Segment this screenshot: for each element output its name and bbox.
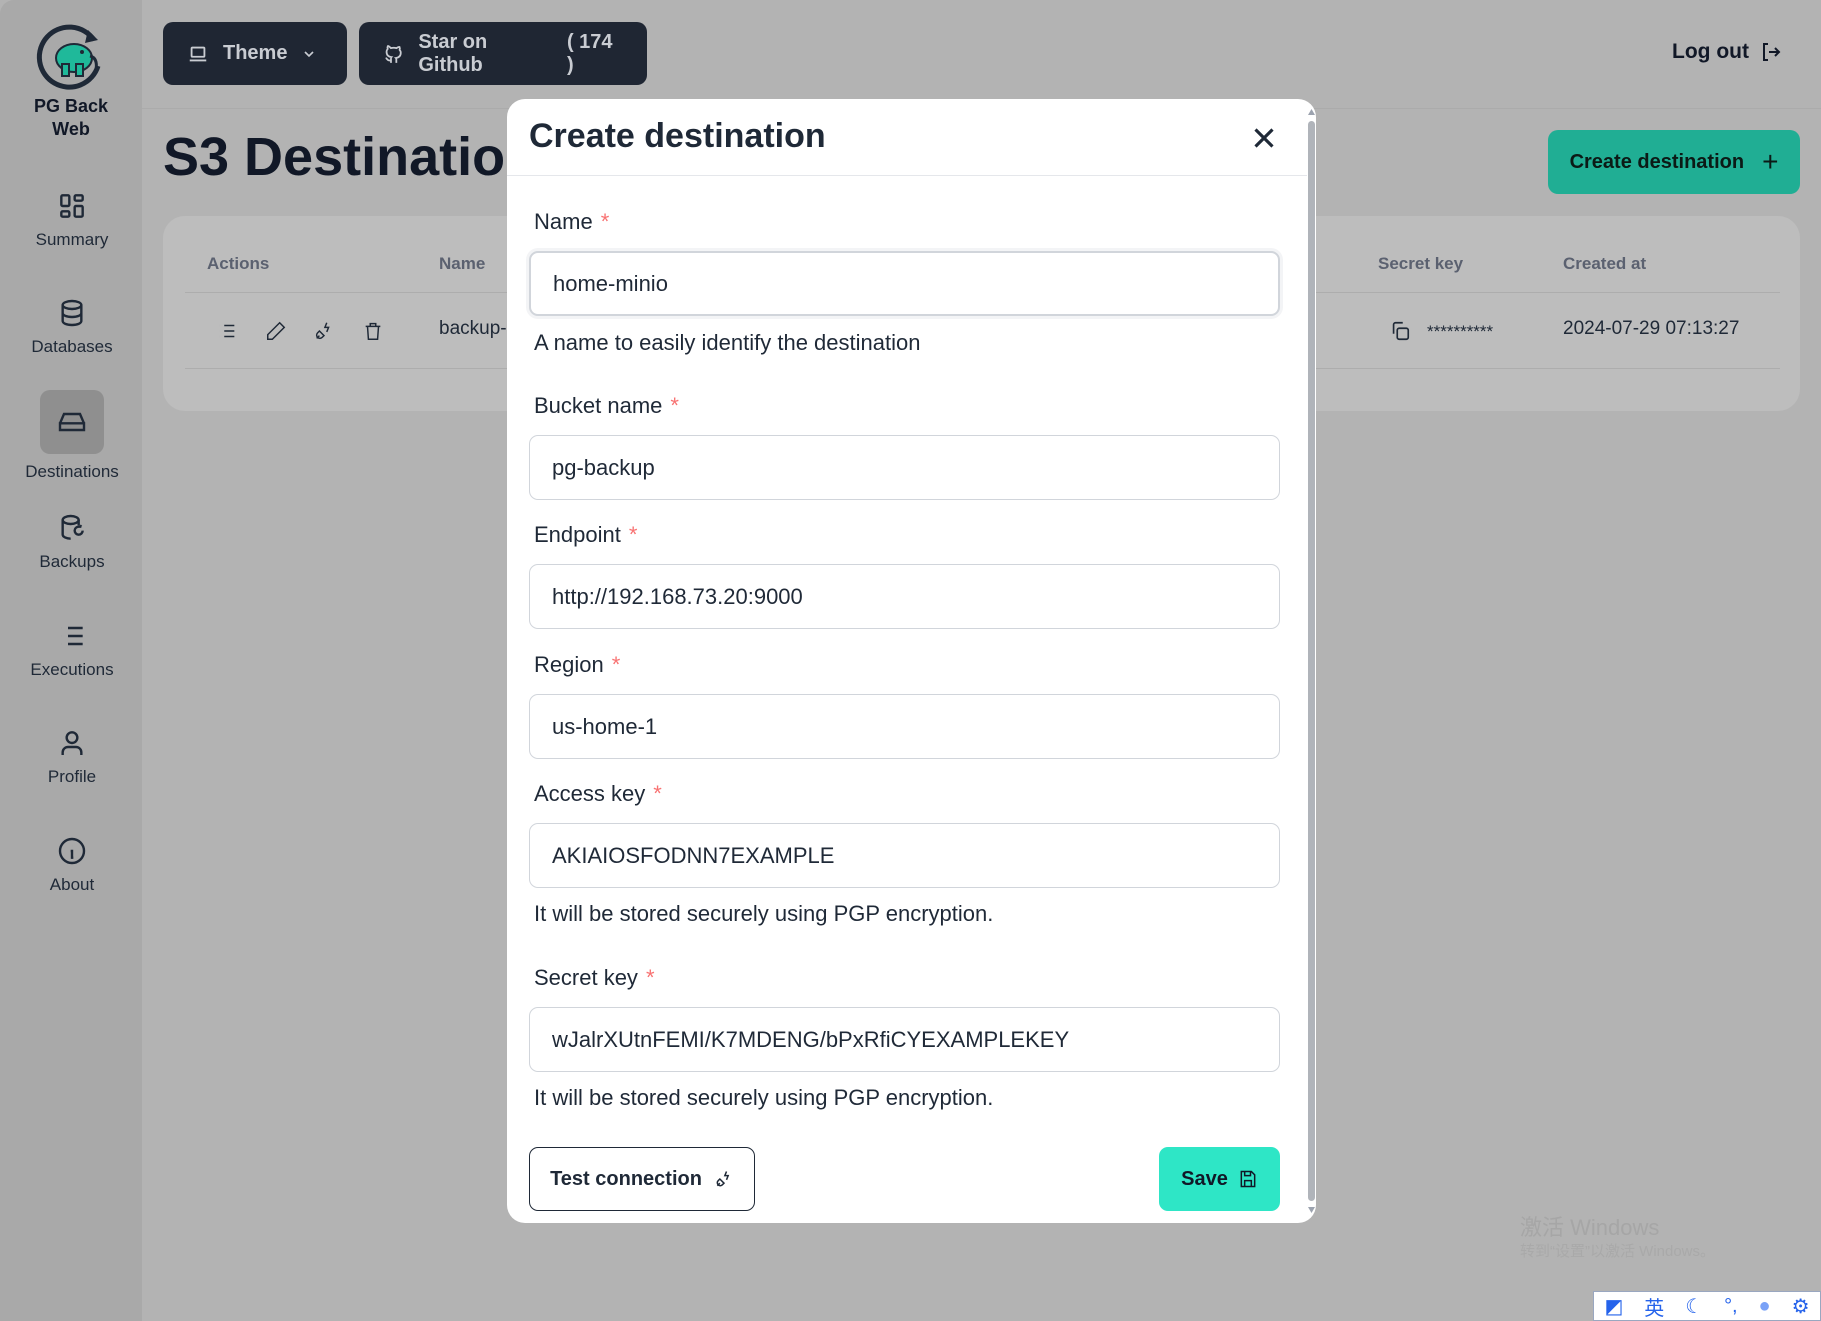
access-key-label: Access key * — [534, 781, 662, 806]
sidebar-item-label: Destinations — [25, 462, 119, 481]
moon-icon[interactable]: ☾ — [1685, 1294, 1703, 1319]
hard-drive-icon — [58, 412, 86, 432]
endpoint-input[interactable] — [529, 564, 1280, 629]
bucket-label: Bucket name * — [534, 393, 679, 418]
list-icon — [61, 626, 83, 646]
close-icon[interactable] — [1247, 121, 1281, 155]
plus-icon: + — [1762, 146, 1779, 177]
punctuation-icon[interactable]: °, — [1724, 1295, 1738, 1318]
plug-connection-icon — [716, 1171, 730, 1187]
sidebar-item-executions[interactable]: Executions — [22, 620, 122, 680]
sidebar-item-label: Databases — [31, 337, 113, 356]
sidebar-item-summary[interactable]: Summary — [22, 190, 122, 250]
secret-key-label: Secret key * — [534, 965, 655, 990]
name-input[interactable] — [529, 251, 1280, 316]
edit-icon[interactable] — [265, 320, 287, 342]
save-button[interactable]: Save — [1159, 1147, 1280, 1211]
sidebar-item-label: Executions — [30, 660, 114, 679]
copy-icon[interactable] — [1389, 320, 1411, 342]
user-icon[interactable]: ● — [1759, 1295, 1771, 1318]
secret-key-input[interactable] — [529, 1007, 1280, 1072]
logout-button[interactable]: Log out — [1672, 40, 1783, 64]
test-connection-button[interactable]: Test connection — [529, 1147, 755, 1211]
bucket-name-input[interactable] — [529, 435, 1280, 500]
laptop-icon — [189, 46, 207, 61]
ime-toolbar: ◩ 英 ☾ °, ● ⚙ — [1593, 1291, 1821, 1321]
sidebar-item-profile[interactable]: Profile — [22, 727, 122, 787]
logout-icon — [1762, 43, 1781, 61]
column-header-actions: Actions — [207, 254, 270, 273]
gear-icon[interactable]: ⚙ — [1792, 1294, 1810, 1319]
test-connection-label: Test connection — [550, 1167, 702, 1190]
sidebar-item-destinations[interactable]: Destinations — [22, 390, 122, 482]
info-icon — [58, 837, 86, 865]
dialog-scrollbar[interactable] — [1307, 107, 1316, 1215]
plug-connection-icon[interactable] — [313, 320, 335, 342]
sidebar-item-label: Summary — [35, 230, 109, 249]
theme-dropdown[interactable]: Theme — [163, 22, 347, 85]
column-header-created-at: Created at — [1563, 254, 1647, 273]
region-input[interactable] — [529, 694, 1280, 759]
grid-icon — [60, 194, 84, 218]
save-label: Save — [1181, 1167, 1228, 1190]
secret-key-help: It will be stored securely using PGP enc… — [534, 1085, 994, 1110]
row-created-at: 2024-07-29 07:13:27 — [1563, 318, 1740, 339]
column-header-name: Name — [439, 254, 486, 273]
user-icon — [61, 731, 83, 755]
save-icon — [1240, 1170, 1256, 1188]
row-secret-key: ********** — [1427, 322, 1494, 341]
name-help: A name to easily identify the destinatio… — [534, 330, 921, 355]
access-key-help: It will be stored securely using PGP enc… — [534, 901, 994, 926]
list-icon[interactable] — [216, 320, 238, 342]
dialog-divider — [507, 175, 1307, 176]
app-name: PG Back Web — [33, 96, 109, 139]
chevron-down-icon — [304, 50, 315, 57]
dialog-title: Create destination — [529, 117, 826, 155]
create-destination-label: Create destination — [1569, 150, 1745, 173]
column-header-secret-key: Secret key — [1378, 254, 1464, 273]
create-destination-button[interactable]: Create destination + — [1548, 130, 1800, 194]
endpoint-label: Endpoint * — [534, 522, 638, 547]
row-name: backup- — [439, 318, 507, 339]
github-label: Star on Github — [418, 30, 488, 76]
sidebar-item-backups[interactable]: Backups — [22, 512, 122, 572]
github-star-count: ( 174 ) — [566, 30, 613, 76]
name-label: Name * — [534, 209, 610, 234]
windows-watermark-sub: 转到“设置”以激活 Windows。 — [1520, 1243, 1716, 1260]
sidebar-item-databases[interactable]: Databases — [22, 297, 122, 357]
theme-label: Theme — [223, 42, 288, 64]
logo-elephant-icon[interactable] — [36, 20, 108, 92]
sidebar-item-label: Backups — [39, 552, 105, 571]
sidebar-item-label: Profile — [47, 767, 97, 786]
database-restore-icon — [61, 514, 84, 540]
star-github-button[interactable]: Star on Github ( 174 ) — [359, 22, 647, 85]
sidebar-item-label: About — [49, 875, 95, 894]
github-icon — [385, 44, 402, 63]
windows-watermark: 激活 Windows — [1520, 1215, 1660, 1240]
sidebar-item-about[interactable]: About — [22, 835, 122, 895]
trash-icon[interactable] — [362, 320, 384, 342]
region-label: Region * — [534, 652, 621, 677]
ime-gauge-icon[interactable]: ◩ — [1604, 1294, 1623, 1319]
ime-language[interactable]: 英 — [1644, 1292, 1664, 1321]
database-icon — [61, 299, 83, 327]
sidebar: PG Back Web Summary Databases Destination… — [0, 0, 142, 1321]
logout-label: Log out — [1672, 40, 1749, 63]
access-key-input[interactable] — [529, 823, 1280, 888]
create-destination-dialog: Create destination Name* A name to easil… — [507, 99, 1316, 1223]
